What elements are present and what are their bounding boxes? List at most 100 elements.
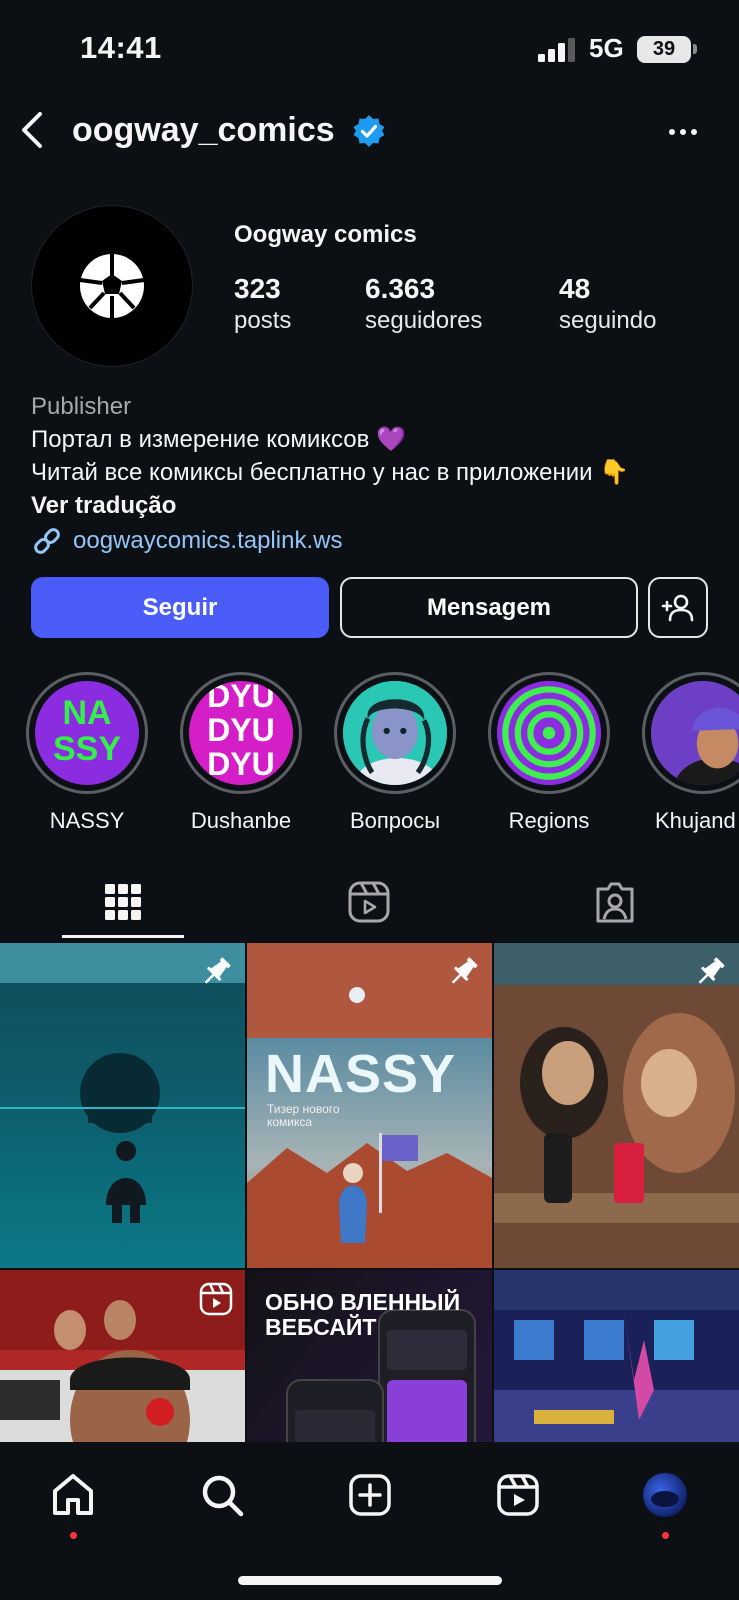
- reel-icon: [199, 1282, 233, 1316]
- highlight-label: Dushanbe: [190, 808, 292, 833]
- battery-icon: 39: [637, 36, 691, 63]
- story-highlight-dushanbe[interactable]: DYU DYU DYU Dushanbe: [179, 672, 303, 834]
- more-dot-icon: [680, 129, 686, 135]
- highlight-ring: [488, 672, 610, 794]
- reels-icon: [348, 881, 390, 923]
- add-post-icon: [349, 1474, 391, 1516]
- profile-username: oogway_comics: [72, 111, 335, 149]
- stat-followers[interactable]: 6.363 seguidores: [365, 272, 482, 336]
- post-tile[interactable]: ОБНО ВЛЕННЫЙ ВЕБСАЙТ: [247, 1270, 492, 1442]
- verified-badge-icon: [353, 115, 385, 147]
- post-tile[interactable]: [494, 1270, 739, 1442]
- highlight-ring: NA SSY: [26, 672, 148, 794]
- tagged-person-icon: [596, 882, 634, 923]
- nav-home[interactable]: [45, 1467, 101, 1523]
- battery-tip: [693, 44, 697, 54]
- stat-value: 6.363: [365, 273, 436, 304]
- more-dot-icon: [669, 129, 675, 135]
- nav-profile[interactable]: [637, 1467, 693, 1523]
- stat-label: seguidores: [365, 307, 483, 334]
- post-art-subtitle: Тизер нового комикса: [267, 1102, 340, 1129]
- post-tile[interactable]: [0, 943, 245, 1268]
- network-label: 5G: [589, 33, 624, 63]
- home-icon: [53, 1474, 93, 1515]
- highlight-label: Вопросы: [349, 808, 441, 833]
- profile-avatar-icon: [643, 1473, 687, 1517]
- person-illustration: [651, 681, 739, 785]
- posts-grid: NASSY Тизер нового комикса ОБНО ВЛЕННЫЙ …: [0, 943, 739, 1442]
- message-button[interactable]: Mensagem: [340, 577, 638, 638]
- search-icon: [202, 1475, 244, 1517]
- tab-posts-grid[interactable]: [93, 872, 153, 932]
- home-indicator: [238, 1576, 502, 1585]
- grid-icon: [105, 884, 141, 920]
- post-image: [494, 1270, 739, 1442]
- post-art-title: NASSY: [265, 1044, 457, 1104]
- post-tile[interactable]: [494, 943, 739, 1268]
- battery-level: 39: [652, 38, 676, 60]
- status-time: 14:41: [80, 30, 162, 65]
- profile-link[interactable]: oogwaycomics.taplink.ws: [31, 524, 731, 557]
- bio-line: Портал в измерение комиксов 💜: [31, 426, 406, 453]
- spiral-illustration: [497, 681, 601, 785]
- highlight-cover: [497, 681, 601, 785]
- more-options-button[interactable]: [663, 112, 703, 152]
- highlight-label: Khujand: [655, 808, 736, 833]
- profile-link-text: oogwaycomics.taplink.ws: [73, 527, 343, 554]
- profile-display-name: Oogway comics: [234, 221, 417, 248]
- highlight-cover: NA SSY: [35, 681, 139, 785]
- add-person-icon: [661, 594, 694, 621]
- profile-bio: Publisher Портал в измерение комиксов 💜 …: [31, 390, 731, 557]
- highlight-cover-text: NA SSY: [52, 694, 122, 768]
- story-highlight-questions[interactable]: Вопросы: [333, 672, 457, 834]
- link-icon: [34, 527, 60, 554]
- stat-label: seguindo: [559, 307, 657, 334]
- highlight-ring: [334, 672, 456, 794]
- highlight-label: Regions: [508, 808, 590, 833]
- tab-tagged[interactable]: [585, 872, 645, 932]
- bio-category: Publisher: [31, 393, 132, 420]
- stat-label: posts: [234, 307, 292, 334]
- bio-line: Читай все комиксы бесплатно у нас в прил…: [31, 459, 630, 486]
- post-art-title: ОБНО ВЛЕННЫЙ ВЕБСАЙТ: [265, 1289, 461, 1340]
- stat-posts[interactable]: 323 posts: [234, 272, 291, 336]
- post-image: [494, 943, 739, 1268]
- highlight-label: NASSY: [49, 808, 125, 833]
- highlight-cover: DYU DYU DYU: [189, 681, 293, 785]
- pin-icon: [204, 957, 231, 984]
- nav-create[interactable]: [342, 1467, 398, 1523]
- home-notification-dot: [70, 1532, 77, 1539]
- more-dot-icon: [691, 129, 697, 135]
- reels-icon: [497, 1474, 539, 1516]
- profile-notification-dot: [662, 1532, 669, 1539]
- suggested-accounts-button[interactable]: [648, 577, 708, 638]
- story-highlight-regions[interactable]: Regions: [487, 672, 611, 834]
- follow-button[interactable]: Seguir: [31, 577, 329, 638]
- highlight-cover-text: DYU DYU DYU: [207, 681, 275, 782]
- highlight-ring: [642, 672, 739, 794]
- post-tile[interactable]: NASSY Тизер нового комикса: [247, 943, 492, 1268]
- nav-reels[interactable]: [490, 1467, 546, 1523]
- nav-search[interactable]: [194, 1467, 250, 1523]
- highlight-cover: [651, 681, 739, 785]
- turtle-shell-logo-icon: [79, 254, 145, 318]
- stat-value: 323: [234, 273, 281, 304]
- signal-icon: [538, 38, 575, 62]
- active-tab-indicator: [62, 935, 184, 938]
- pin-icon: [698, 957, 725, 984]
- stat-value: 48: [559, 273, 591, 304]
- story-highlight-khujand[interactable]: Khujand: [641, 672, 739, 834]
- highlight-ring: DYU DYU DYU: [180, 672, 302, 794]
- stat-following[interactable]: 48 seguindo: [559, 272, 656, 336]
- status-bar: 14:41 5G 39: [0, 0, 739, 96]
- pin-icon: [451, 957, 478, 984]
- chevron-left-icon: [22, 112, 42, 148]
- character-illustration: [343, 681, 447, 785]
- see-translation-link[interactable]: Ver tradução: [31, 489, 731, 522]
- story-highlight-nassy[interactable]: NA SSY NASSY: [25, 672, 149, 834]
- back-button[interactable]: [12, 110, 52, 150]
- profile-avatar[interactable]: [31, 205, 193, 367]
- post-tile[interactable]: [0, 1270, 245, 1442]
- post-image: [0, 943, 245, 1268]
- tab-reels[interactable]: [339, 872, 399, 932]
